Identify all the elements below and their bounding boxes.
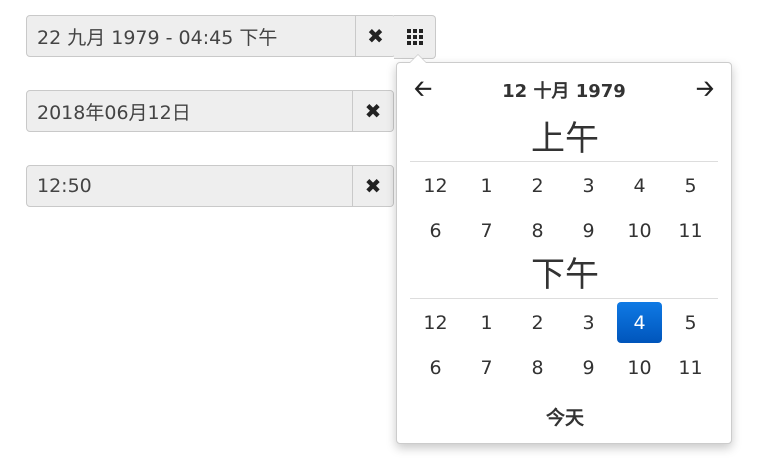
popup-header: 🡠 12 十月 1979 🡢 (411, 75, 717, 105)
pm-hour-10[interactable]: 10 (614, 345, 665, 390)
pm-divider (410, 298, 718, 299)
am-hours-grid: 12 1 2 3 4 5 6 7 8 9 10 11 (410, 163, 716, 253)
calendar-picker-button[interactable] (394, 15, 436, 59)
am-hour-8[interactable]: 8 (512, 208, 563, 253)
pm-hour-7[interactable]: 7 (461, 345, 512, 390)
clear-button[interactable]: ✖ (355, 16, 395, 56)
pm-hour-4[interactable]: 4 (617, 302, 662, 343)
times-icon: ✖ (367, 24, 384, 48)
pm-hour-9[interactable]: 9 (563, 345, 614, 390)
today-button[interactable]: 今天 (397, 403, 733, 430)
pm-hour-2[interactable]: 2 (512, 300, 563, 345)
date-field[interactable]: 2018年06月12日 ✖ (26, 90, 394, 132)
hour-picker-popup: 🡠 12 十月 1979 🡢 上午 12 1 2 3 4 5 6 7 8 9 10 11 下午 12 1… (396, 54, 733, 444)
times-icon: ✖ (364, 99, 382, 123)
am-divider (410, 161, 718, 162)
clear-button[interactable]: ✖ (352, 91, 393, 131)
datetime-input[interactable]: 22 九月 1979 - 04:45 下午 (27, 16, 355, 56)
am-hour-11[interactable]: 11 (665, 208, 716, 253)
arrow-left-icon[interactable]: 🡠 (411, 75, 435, 105)
am-hour-4[interactable]: 4 (614, 163, 665, 208)
am-hour-9[interactable]: 9 (563, 208, 614, 253)
pm-label: 下午 (531, 255, 599, 295)
pm-hour-8[interactable]: 8 (512, 345, 563, 390)
th-grid-icon (406, 29, 423, 45)
am-hour-1[interactable]: 1 (461, 163, 512, 208)
am-label: 上午 (531, 119, 599, 159)
am-hour-5[interactable]: 5 (665, 163, 716, 208)
pm-hours-grid: 12 1 2 3 4 5 6 7 8 9 10 11 (410, 300, 716, 390)
pm-hour-3[interactable]: 3 (563, 300, 614, 345)
am-hour-2[interactable]: 2 (512, 163, 563, 208)
pm-hour-11[interactable]: 11 (665, 345, 716, 390)
datetime-field[interactable]: 22 九月 1979 - 04:45 下午 ✖ (26, 15, 396, 57)
time-input[interactable]: 12:50 (27, 166, 352, 206)
am-hour-3[interactable]: 3 (563, 163, 614, 208)
clear-button[interactable]: ✖ (352, 166, 393, 206)
date-input[interactable]: 2018年06月12日 (27, 91, 352, 131)
time-field[interactable]: 12:50 ✖ (26, 165, 394, 207)
am-hour-12[interactable]: 12 (410, 163, 461, 208)
arrow-right-icon[interactable]: 🡢 (693, 75, 717, 105)
popup-title[interactable]: 12 十月 1979 (502, 77, 626, 103)
am-hour-6[interactable]: 6 (410, 208, 461, 253)
pm-hour-6[interactable]: 6 (410, 345, 461, 390)
pm-hour-12[interactable]: 12 (410, 300, 461, 345)
pm-hour-1[interactable]: 1 (461, 300, 512, 345)
pm-hour-5[interactable]: 5 (665, 300, 716, 345)
am-hour-7[interactable]: 7 (461, 208, 512, 253)
am-hour-10[interactable]: 10 (614, 208, 665, 253)
times-icon: ✖ (364, 174, 382, 198)
